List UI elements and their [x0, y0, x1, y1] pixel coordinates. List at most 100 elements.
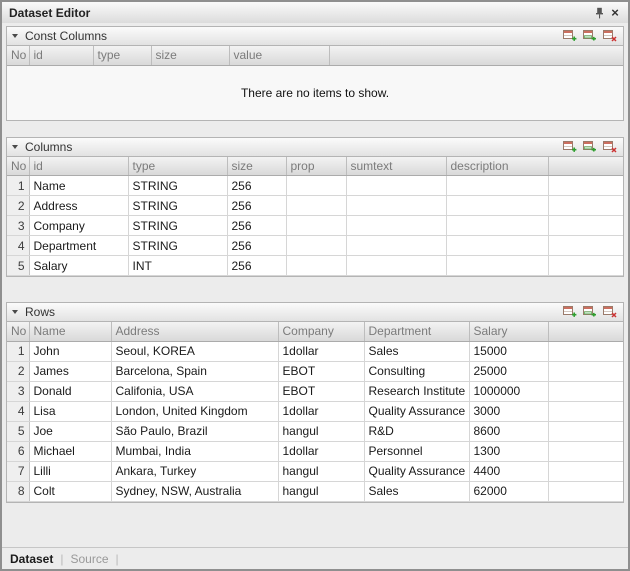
cell[interactable] — [446, 196, 548, 216]
cell[interactable] — [346, 196, 446, 216]
tab-source[interactable]: Source — [70, 552, 108, 566]
row-number[interactable]: 2 — [7, 361, 29, 381]
cell[interactable]: Consulting — [364, 361, 469, 381]
cell[interactable]: 15000 — [469, 341, 548, 361]
cell[interactable]: Sydney, NSW, Australia — [111, 481, 278, 501]
cell[interactable]: 4400 — [469, 461, 548, 481]
cell[interactable]: Mumbai, India — [111, 441, 278, 461]
cell[interactable]: 1000000 — [469, 381, 548, 401]
cell[interactable]: John — [29, 341, 111, 361]
cell[interactable]: Sales — [364, 481, 469, 501]
close-button[interactable]: × — [607, 5, 623, 21]
insert-row-button[interactable] — [581, 28, 599, 44]
cell[interactable]: 1dollar — [278, 341, 364, 361]
delete-row-button[interactable] — [601, 304, 619, 320]
cell[interactable]: Ankara, Turkey — [111, 461, 278, 481]
add-row-button[interactable] — [561, 139, 579, 155]
row-number[interactable]: 3 — [7, 216, 29, 236]
cell[interactable]: Donald — [29, 381, 111, 401]
cell[interactable]: 8600 — [469, 421, 548, 441]
cell[interactable]: Address — [29, 196, 128, 216]
cell[interactable]: 256 — [227, 196, 286, 216]
cell[interactable]: INT — [128, 256, 227, 276]
cell[interactable]: Quality Assurance — [364, 461, 469, 481]
cell[interactable] — [346, 176, 446, 196]
row-number[interactable]: 1 — [7, 341, 29, 361]
cell[interactable]: Lilli — [29, 461, 111, 481]
cell[interactable]: hangul — [278, 421, 364, 441]
cell[interactable]: Seoul, KOREA — [111, 341, 278, 361]
column-header[interactable]: prop — [286, 157, 346, 176]
tab-dataset[interactable]: Dataset — [10, 552, 53, 566]
column-header[interactable]: Department — [364, 322, 469, 341]
cell[interactable]: 1dollar — [278, 401, 364, 421]
cell[interactable] — [286, 236, 346, 256]
cell[interactable]: 3000 — [469, 401, 548, 421]
cell[interactable]: Department — [29, 236, 128, 256]
cell[interactable]: 25000 — [469, 361, 548, 381]
cell[interactable]: hangul — [278, 481, 364, 501]
cell[interactable]: São Paulo, Brazil — [111, 421, 278, 441]
delete-row-button[interactable] — [601, 28, 619, 44]
cell[interactable]: Colt — [29, 481, 111, 501]
cell[interactable]: STRING — [128, 176, 227, 196]
row-number[interactable]: 5 — [7, 421, 29, 441]
cell[interactable] — [286, 256, 346, 276]
column-header[interactable]: description — [446, 157, 548, 176]
row-number[interactable]: 1 — [7, 176, 29, 196]
cell[interactable]: Sales — [364, 341, 469, 361]
cell[interactable]: 1300 — [469, 441, 548, 461]
add-row-button[interactable] — [561, 28, 579, 44]
column-header[interactable]: id — [29, 157, 128, 176]
collapse-button[interactable] — [7, 27, 23, 45]
cell[interactable]: Quality Assurance — [364, 401, 469, 421]
row-number[interactable]: 4 — [7, 236, 29, 256]
column-header[interactable]: type — [93, 46, 151, 65]
column-header[interactable]: size — [227, 157, 286, 176]
cell[interactable]: Company — [29, 216, 128, 236]
cell[interactable]: 256 — [227, 176, 286, 196]
column-header[interactable]: No — [7, 157, 29, 176]
cell[interactable]: Joe — [29, 421, 111, 441]
row-number[interactable]: 2 — [7, 196, 29, 216]
insert-row-button[interactable] — [581, 304, 599, 320]
cell[interactable]: 256 — [227, 236, 286, 256]
row-number[interactable]: 3 — [7, 381, 29, 401]
column-header[interactable]: size — [151, 46, 229, 65]
column-header[interactable]: No — [7, 322, 29, 341]
row-number[interactable]: 5 — [7, 256, 29, 276]
cell[interactable]: Califonia, USA — [111, 381, 278, 401]
column-header[interactable]: Salary — [469, 322, 548, 341]
cell[interactable] — [446, 176, 548, 196]
cell[interactable]: James — [29, 361, 111, 381]
row-number[interactable]: 7 — [7, 461, 29, 481]
cell[interactable]: EBOT — [278, 361, 364, 381]
cell[interactable] — [446, 256, 548, 276]
cell[interactable]: Name — [29, 176, 128, 196]
cell[interactable] — [446, 216, 548, 236]
cell[interactable]: Lisa — [29, 401, 111, 421]
delete-row-button[interactable] — [601, 139, 619, 155]
row-number[interactable]: 8 — [7, 481, 29, 501]
collapse-button[interactable] — [7, 138, 23, 156]
cell[interactable]: 62000 — [469, 481, 548, 501]
cell[interactable]: EBOT — [278, 381, 364, 401]
cell[interactable] — [286, 196, 346, 216]
add-row-button[interactable] — [561, 304, 579, 320]
cell[interactable]: STRING — [128, 216, 227, 236]
cell[interactable]: Barcelona, Spain — [111, 361, 278, 381]
cell[interactable]: STRING — [128, 236, 227, 256]
pin-button[interactable] — [591, 5, 607, 21]
cell[interactable]: 256 — [227, 216, 286, 236]
column-header[interactable]: Name — [29, 322, 111, 341]
cell[interactable]: 256 — [227, 256, 286, 276]
cell[interactable]: R&D — [364, 421, 469, 441]
row-number[interactable]: 4 — [7, 401, 29, 421]
cell[interactable]: Salary — [29, 256, 128, 276]
cell[interactable] — [346, 236, 446, 256]
column-header[interactable]: id — [29, 46, 93, 65]
cell[interactable]: 1dollar — [278, 441, 364, 461]
row-number[interactable]: 6 — [7, 441, 29, 461]
cell[interactable] — [446, 236, 548, 256]
cell[interactable]: Personnel — [364, 441, 469, 461]
